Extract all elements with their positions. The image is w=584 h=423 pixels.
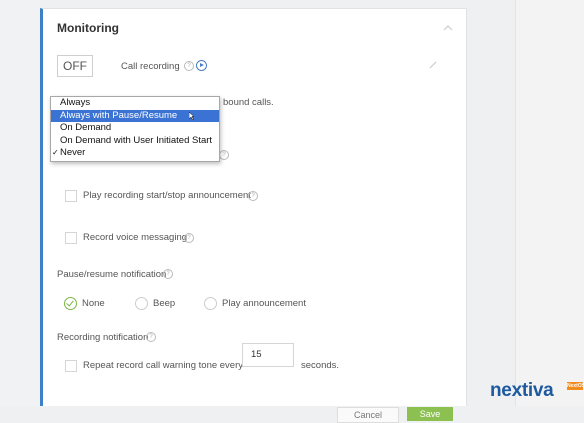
record-voice-messaging-checkbox[interactable] xyxy=(65,232,77,244)
radio-play-announcement[interactable] xyxy=(204,297,217,310)
cancel-button[interactable]: Cancel xyxy=(337,407,399,423)
radio-play-announcement-label: Play announcement xyxy=(222,298,306,309)
mouse-cursor-icon xyxy=(189,111,194,120)
dropdown-option-label: Always xyxy=(60,97,91,108)
pause-resume-title: Pause/resume notification xyxy=(57,269,167,280)
call-recording-toggle[interactable]: OFF xyxy=(57,55,93,77)
chevron-up-icon[interactable] xyxy=(442,23,454,33)
record-voice-messaging-label: Record voice messaging xyxy=(83,232,188,243)
right-panel xyxy=(515,0,584,406)
nextiva-logo: nextiva xyxy=(490,380,554,401)
repeat-warning-label: Repeat record call warning tone every xyxy=(83,360,244,371)
dropdown-option-label: Always with Pause/Resume xyxy=(60,109,178,121)
dropdown-option-label: On Demand with User Initiated Start xyxy=(60,134,213,146)
nextos-badge: NextOS xyxy=(567,382,584,390)
play-announcement-label: Play recording start/stop announcement xyxy=(83,190,251,201)
help-icon[interactable]: ? xyxy=(219,150,229,160)
dropdown-option-label: On Demand xyxy=(60,122,112,133)
recording-mode-dropdown[interactable]: Always Always with Pause/Resume On Deman… xyxy=(50,96,220,162)
dropdown-option-label: Never xyxy=(60,147,86,158)
left-gutter xyxy=(0,0,40,406)
dropdown-option-always-pause-resume[interactable]: Always with Pause/Resume xyxy=(51,109,219,122)
save-button[interactable]: Save xyxy=(407,407,453,421)
warning-interval-input[interactable]: 15 xyxy=(242,343,294,367)
play-announcement-checkbox[interactable] xyxy=(65,190,77,202)
help-icon[interactable]: ? xyxy=(184,61,194,71)
seconds-label: seconds. xyxy=(301,360,340,371)
help-icon[interactable]: ? xyxy=(163,269,173,279)
checkmark-icon: ✓ xyxy=(52,148,59,157)
play-icon[interactable] xyxy=(196,60,207,71)
monitoring-panel: Monitoring OFF Call recording ? bound ca… xyxy=(40,8,467,423)
help-icon[interactable]: ? xyxy=(146,332,156,342)
recording-notification-title: Recording notification xyxy=(57,332,149,343)
dropdown-option-always[interactable]: Always xyxy=(51,97,219,110)
help-icon[interactable]: ? xyxy=(248,191,258,201)
help-icon[interactable]: ? xyxy=(184,233,194,243)
radio-beep[interactable] xyxy=(135,297,148,310)
section-title: Monitoring xyxy=(57,21,119,35)
call-recording-label: Call recording xyxy=(121,61,180,72)
dropdown-option-on-demand-user-start[interactable]: On Demand with User Initiated Start xyxy=(51,135,219,148)
radio-none[interactable] xyxy=(64,297,77,310)
edit-icon[interactable] xyxy=(429,61,437,69)
repeat-warning-checkbox[interactable] xyxy=(65,360,77,372)
dropdown-option-on-demand[interactable]: On Demand xyxy=(51,122,219,135)
radio-none-label: None xyxy=(82,298,105,309)
call-recording-description: bound calls. xyxy=(223,97,274,108)
radio-beep-label: Beep xyxy=(153,298,176,309)
dropdown-option-never[interactable]: ✓ Never xyxy=(51,147,219,160)
